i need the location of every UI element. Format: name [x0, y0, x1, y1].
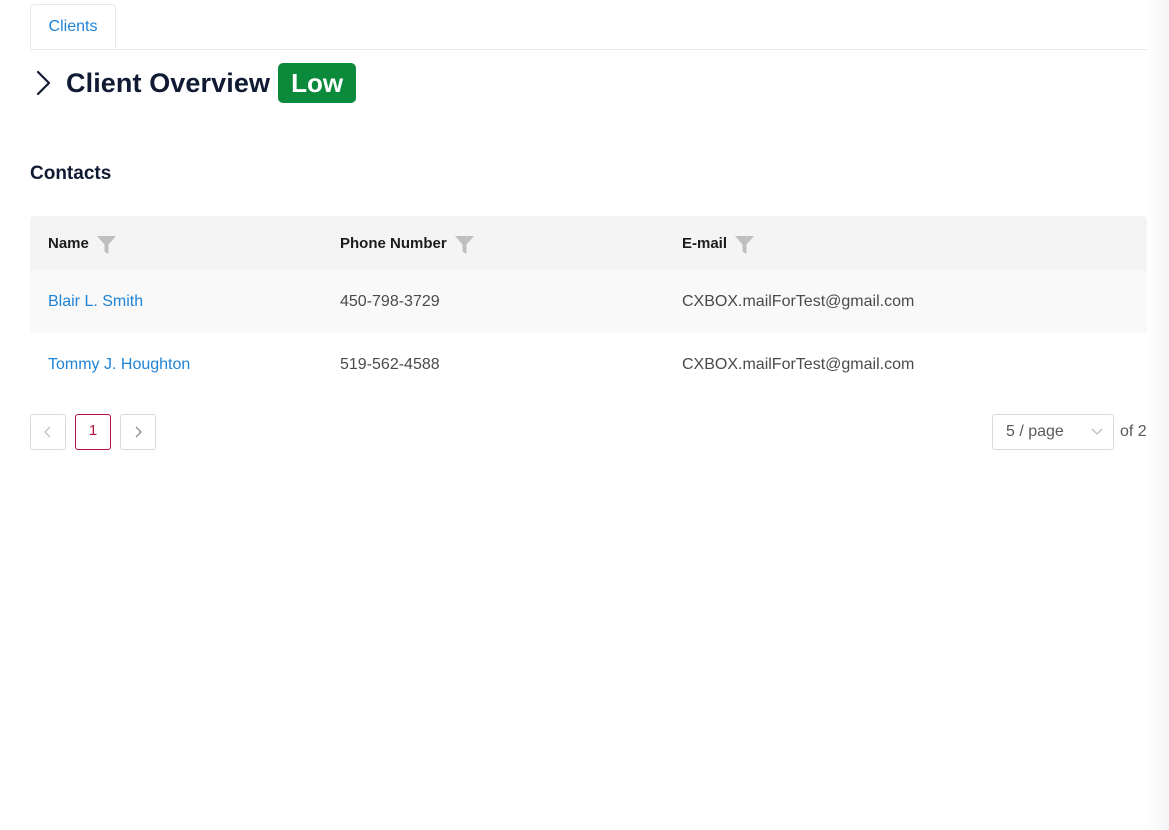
page-total-label: of 2 [1120, 423, 1147, 440]
contact-email: CXBOX.mailForTest@gmail.com [682, 293, 915, 310]
contact-email: CXBOX.mailForTest@gmail.com [682, 356, 915, 373]
scroll-edge-shadow [1147, 0, 1169, 830]
tab-bar: Clients [30, 4, 1147, 50]
column-header-label: E-mail [682, 234, 728, 252]
table-row: Blair L. Smith 450-798-3729 CXBOX.mailFo… [30, 270, 1147, 333]
column-header-label: Phone Number [340, 234, 447, 252]
contact-phone: 450-798-3729 [340, 293, 440, 310]
filter-icon[interactable] [96, 236, 116, 254]
chevron-down-icon [1091, 415, 1103, 449]
column-header-label: Name [48, 234, 89, 252]
contacts-table: Name Phone Number E-mail Blair L. Smith [30, 216, 1147, 396]
page-number-button[interactable]: 1 [75, 414, 111, 450]
column-header-name: Name [48, 216, 116, 270]
table-row: Tommy J. Houghton 519-562-4588 CXBOX.mai… [30, 333, 1147, 396]
contacts-section-title: Contacts [30, 163, 112, 184]
column-header-phone: Phone Number [340, 216, 474, 270]
filter-icon[interactable] [454, 236, 474, 254]
tab-clients[interactable]: Clients [30, 4, 116, 48]
page-title: Client Overview [66, 67, 271, 98]
chevron-right-icon[interactable] [30, 63, 56, 103]
contact-name-link[interactable]: Blair L. Smith [48, 270, 143, 333]
prev-page-button[interactable] [30, 414, 66, 450]
contact-phone: 519-562-4588 [340, 356, 440, 373]
chevron-right-icon [135, 426, 142, 438]
page: Clients Client Overview Low Contacts Nam… [0, 0, 1169, 830]
chevron-left-icon [44, 426, 51, 438]
page-header: Client Overview Low [30, 63, 357, 103]
table-header: Name Phone Number E-mail [30, 216, 1147, 270]
status-badge: Low [278, 63, 357, 103]
contact-name-link[interactable]: Tommy J. Houghton [48, 333, 190, 396]
filter-icon[interactable] [735, 236, 755, 254]
page-size-select[interactable]: 5 / page [992, 414, 1114, 450]
next-page-button[interactable] [120, 414, 156, 450]
column-header-email: E-mail [682, 216, 755, 270]
page-size-value: 5 / page [1006, 423, 1064, 440]
